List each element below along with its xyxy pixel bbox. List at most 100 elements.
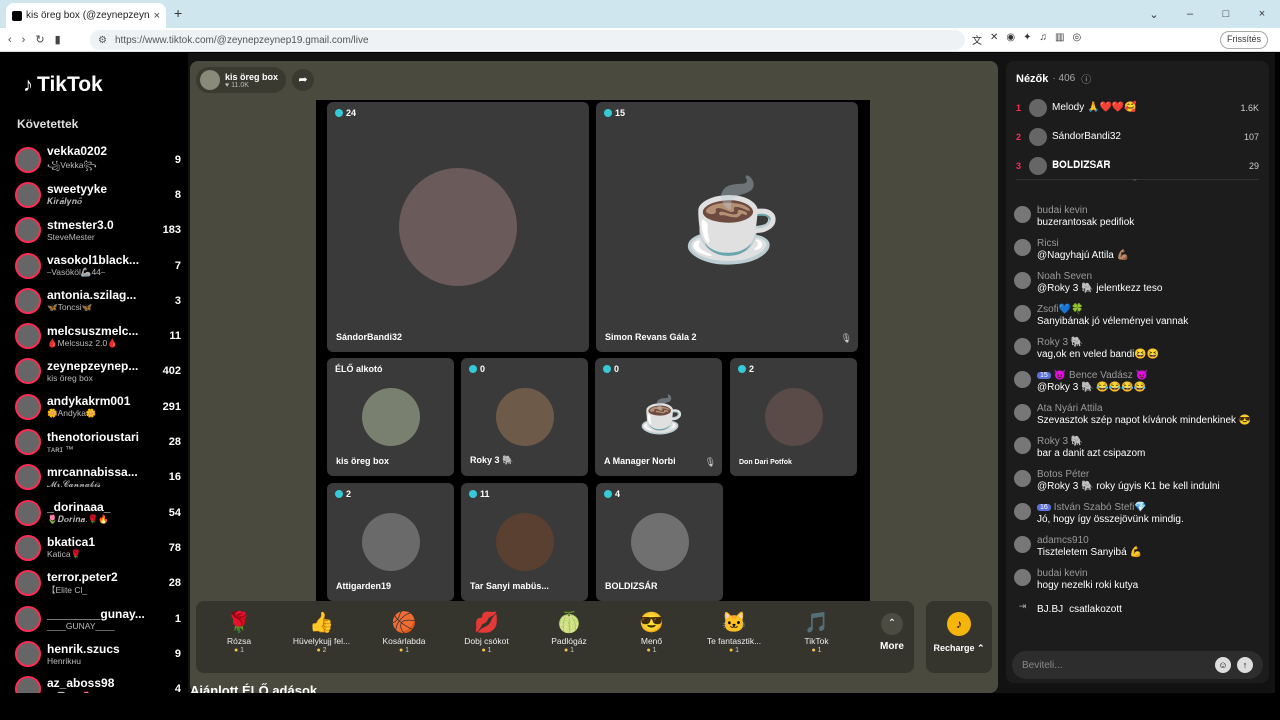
chat-username[interactable]: Noah Seven	[1037, 271, 1092, 282]
avatar[interactable]	[15, 323, 41, 350]
avatar[interactable]	[1014, 437, 1031, 454]
following-item[interactable]: bkatica1 Katica🌹 78	[15, 530, 181, 565]
guest-tile[interactable]: 0 ☕ A Manager Norbi 🎙	[595, 358, 722, 476]
guest-tile[interactable]: ÉLŐ alkotó kis öreg box	[327, 358, 454, 476]
avatar[interactable]	[15, 640, 41, 667]
close-window-button[interactable]: ×	[1244, 8, 1280, 20]
following-item[interactable]: vekka0202 ꧁Vekka꧂ 9	[15, 142, 181, 177]
site-info-icon[interactable]: ⚙	[98, 35, 107, 46]
chat-username[interactable]: 😈 Bence Vadász 😈	[1054, 370, 1148, 381]
send-icon[interactable]: ↑	[1237, 657, 1253, 673]
chat-username[interactable]: Zsofi💙🍀	[1037, 304, 1084, 315]
following-item[interactable]: melcsuszmelc... 🩸Melcsusz 2.0🩸 11	[15, 318, 181, 353]
chat-input[interactable]	[1022, 659, 1209, 671]
following-item[interactable]: sweetyyke 𝑲𝒊𝒓𝒂́𝒍𝒚𝒏𝒐̋ 8	[15, 177, 181, 212]
avatar[interactable]	[15, 464, 41, 491]
avatar[interactable]	[15, 429, 41, 456]
host-pill[interactable]: kis öreg box ♥ 11.0K	[196, 67, 286, 93]
gift-item[interactable]: 😎 Menő ● 1	[611, 601, 693, 673]
following-item[interactable]: henrik.szucs Henrikнu 9	[15, 636, 181, 671]
following-item[interactable]: _dorinaaa_ 🌷𝑫𝒐𝒓𝒊𝒏𝒂.🌹🔥 54	[15, 495, 181, 530]
avatar[interactable]	[1014, 503, 1031, 520]
guest-tile[interactable]: 24 SándorBandi32	[327, 102, 589, 352]
host-avatar[interactable]	[200, 70, 220, 90]
profile-icon[interactable]: ◎	[1072, 32, 1081, 47]
share-icon[interactable]: ➦	[292, 69, 314, 91]
more-gifts-button[interactable]: ⌃ More	[870, 601, 914, 673]
guest-tile[interactable]: 11 Tar Sanyi mabüs...	[461, 483, 588, 601]
gift-item[interactable]: 🍈 Padlógáz ● 1	[528, 601, 610, 673]
avatar[interactable]	[15, 605, 41, 632]
avatar[interactable]	[1029, 127, 1047, 146]
url-bar[interactable]: ⚙ https://www.tiktok.com/@zeynepzeynep19…	[90, 30, 965, 50]
chat-username[interactable]: adamcs910	[1037, 535, 1089, 546]
tab-search-icon[interactable]: ⌄	[1136, 8, 1172, 21]
chevron-down-icon[interactable]: ⌄	[1131, 173, 1139, 184]
following-item[interactable]: mrcannabissa... 𝓜𝓻.𝓒𝓪𝓷𝓷𝓪𝓫𝓲𝓼 16	[15, 460, 181, 495]
guest-tile[interactable]: 2 Don Dari Potfok	[730, 358, 857, 476]
avatar[interactable]	[1014, 305, 1031, 322]
avatar[interactable]	[15, 181, 41, 208]
following-item[interactable]: stmester3.0 SteveMester 183	[15, 213, 181, 248]
following-item[interactable]: zeynepzeynep... kis öreg box 402	[15, 354, 181, 389]
gift-item[interactable]: 🐱 Te fantasztik... ● 1	[693, 601, 775, 673]
recharge-button[interactable]: ♪ Recharge ⌃	[926, 601, 992, 673]
tab-close-icon[interactable]: ×	[154, 10, 160, 22]
info-icon[interactable]: ⓘ	[1081, 71, 1091, 86]
following-item[interactable]: az_aboss98Az🅰pikó🌷 4	[15, 671, 181, 693]
avatar[interactable]	[15, 146, 41, 173]
joined-user[interactable]: BJ.BJ	[1037, 604, 1063, 615]
new-tab-button[interactable]: +	[174, 5, 182, 21]
following-item[interactable]: vasokol1black... ⎯Vasököl🦾44⎯ 7	[15, 248, 181, 283]
following-item[interactable]: ________gunay... ____GUNAY____ 1	[15, 601, 181, 636]
emoji-icon[interactable]: ☺	[1215, 657, 1231, 673]
following-item[interactable]: andykakrm001 🌼Andyka🌼 291	[15, 389, 181, 424]
top-viewer-row[interactable]: 1 Melody 🙏❤️❤️🥰 1.6K	[1016, 93, 1259, 122]
chat-username[interactable]: Roky 3 🐘	[1037, 337, 1083, 348]
avatar[interactable]	[1029, 156, 1047, 175]
avatar[interactable]	[15, 358, 41, 385]
gift-item[interactable]: 🌹 Rózsa ● 1	[198, 601, 280, 673]
following-item[interactable]: thenotorioustari ᴛᴀʀɪ ™ 28	[15, 424, 181, 459]
avatar[interactable]	[15, 570, 41, 597]
forward-icon[interactable]: ›	[22, 34, 26, 46]
chat-username[interactable]: Roky 3 🐘	[1037, 436, 1083, 447]
gift-item[interactable]: 🏀 Kosárlabda ● 1	[363, 601, 445, 673]
url-text[interactable]: https://www.tiktok.com/@zeynepzeynep19.g…	[115, 35, 369, 46]
avatar[interactable]	[1029, 98, 1047, 117]
avatar[interactable]	[15, 534, 41, 561]
avatar[interactable]	[1014, 272, 1031, 289]
chat-username[interactable]: budai kevin	[1037, 568, 1088, 579]
guest-tile[interactable]: 2 Attigarden19	[327, 483, 454, 601]
reload-update-button[interactable]: Frissítés	[1219, 31, 1268, 49]
reload-icon[interactable]: ↻	[35, 33, 44, 46]
gift-item[interactable]: 👍 Hüvelykujj fel... ● 2	[281, 601, 363, 673]
avatar[interactable]	[1014, 239, 1031, 256]
avatar[interactable]	[1014, 536, 1031, 553]
avatar[interactable]	[15, 676, 41, 693]
back-icon[interactable]: ‹	[8, 34, 12, 46]
avatar[interactable]	[15, 217, 41, 244]
media-icon[interactable]: ♫	[1040, 32, 1048, 47]
avatar[interactable]	[1014, 470, 1031, 487]
gift-item[interactable]: 🎵 TikTok ● 1	[776, 601, 858, 673]
chat-username[interactable]: Ricsi	[1037, 238, 1059, 249]
translate-icon[interactable]: 文	[972, 32, 982, 47]
avatar[interactable]	[15, 499, 41, 526]
following-item[interactable]: terror.peter2 【Elite Cl_ 28	[15, 566, 181, 601]
following-item[interactable]: antonia.szilag... 🦋Toncsi🦋 3	[15, 283, 181, 318]
chat-username[interactable]: Ata Nyári Attila	[1037, 403, 1103, 414]
chat-username[interactable]: István Szabó Stefi💎	[1054, 502, 1147, 513]
minimize-button[interactable]: –	[1172, 8, 1208, 20]
avatar[interactable]	[1014, 206, 1031, 223]
avatar[interactable]	[1014, 569, 1031, 586]
avatar[interactable]	[1014, 338, 1031, 355]
guest-tile[interactable]: 4 BOLDIZSÁR	[596, 483, 723, 601]
guest-tile[interactable]: 15 ☕ Simon Revans Gála 2 🎙	[596, 102, 858, 352]
chat-username[interactable]: budai kevin	[1037, 205, 1088, 216]
extension-puzzle-icon[interactable]: ✦	[1023, 32, 1031, 47]
avatar[interactable]	[15, 287, 41, 314]
extension-icon[interactable]: ◉	[1006, 32, 1015, 47]
bookmark-icon[interactable]: ▮	[55, 33, 61, 46]
avatar[interactable]	[15, 393, 41, 420]
